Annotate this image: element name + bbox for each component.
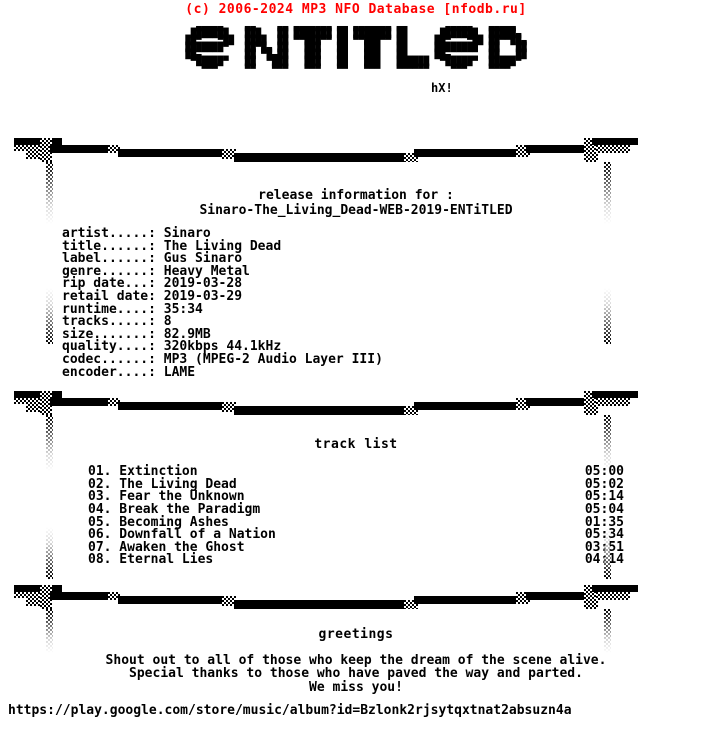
group-logo-ascii-art: ▄▄▄▄▄ ▄▄ ▄▄ ▄▄▄▄▄▄▄ ▄▄ ▄▄▄▄▄▄▄ ▄▄ ▄▄▄▄▄ … [0,22,712,136]
greeting-line: We miss you! [309,679,403,695]
divider-bar-greetings [0,583,712,609]
greetings-panel: greetings Shout out to all of those who … [0,608,712,695]
release-info-panel: release information for : Sinaro-The_Liv… [0,162,712,379]
track-title: 08. Eternal Lies [88,552,214,568]
nfodb-copyright-header: (c) 2006-2024 MP3 NFO Database [nfodb.ru… [185,2,527,17]
track-row: 08. Eternal Lies04:14 [88,552,624,568]
greeting-line: Shout out to all of those who keep the d… [105,652,607,668]
logo-art-lines: ▄▄▄▄▄ ▄▄ ▄▄ ▄▄▄▄▄▄▄ ▄▄ ▄▄▄▄▄▄▄ ▄▄ ▄▄▄▄▄ … [185,22,527,75]
album-store-url[interactable]: https://play.google.com/store/music/albu… [8,703,572,718]
logo-artist-signature: hX! [428,81,456,96]
metadata-value: LAME [155,364,196,380]
metadata-key: encoder....: [62,364,156,380]
metadata-row: encoder....: LAME [62,364,712,380]
tracklist-panel: track list 01. Extinction 05:00 02. The Li… [0,415,712,580]
divider-bar-top [0,136,712,162]
greeting-line: Special thanks to those who have paved t… [129,666,583,682]
divider-bar-tracklist [0,389,712,416]
